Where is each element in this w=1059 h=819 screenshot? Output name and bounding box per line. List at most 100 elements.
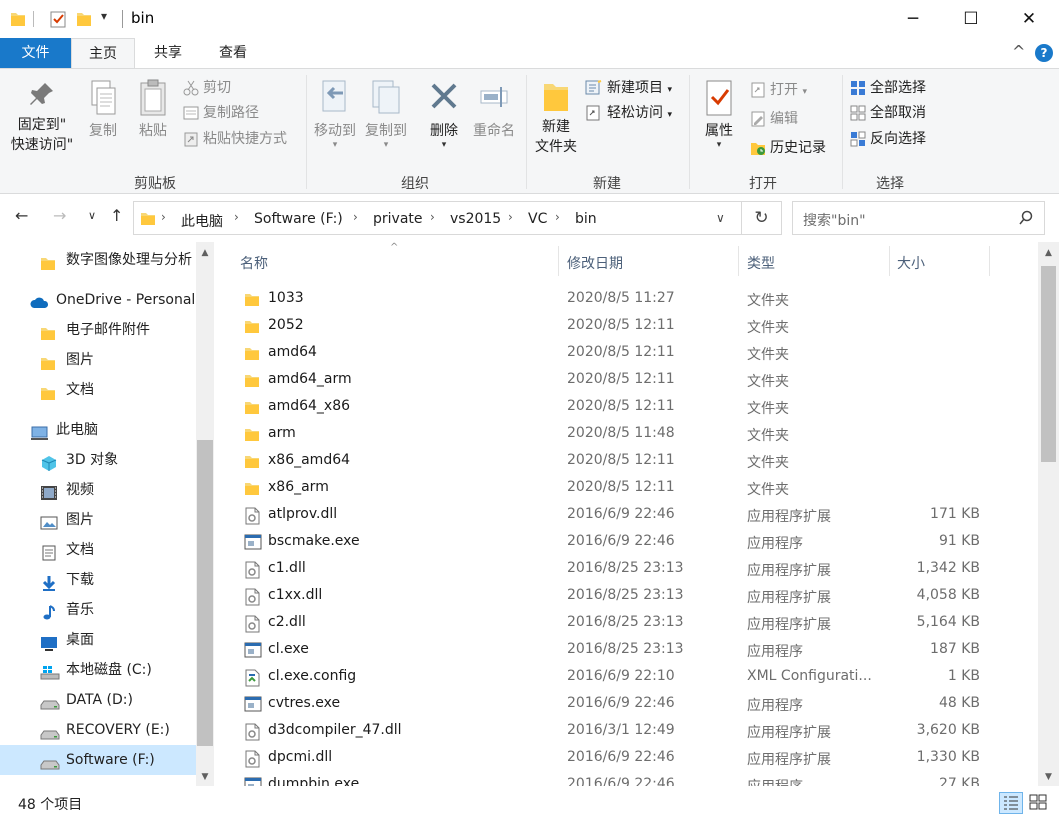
nav-item[interactable]: 此电脑 — [0, 415, 196, 445]
file-row[interactable]: amd64 2020/8/5 12:11 文件夹 — [234, 340, 1039, 367]
breadcrumb-software-drive[interactable]: Software (F:) — [254, 211, 343, 227]
file-row[interactable]: cvtres.exe 2016/6/9 22:46 应用程序 48 KB — [234, 691, 1039, 718]
file-row[interactable]: c2.dll 2016/8/25 23:13 应用程序扩展 5,164 KB — [234, 610, 1039, 637]
properties-button[interactable]: 属性 ▾ — [697, 79, 741, 150]
search-input[interactable]: 搜索"bin" — [803, 210, 866, 230]
file-row[interactable]: arm 2020/8/5 11:48 文件夹 — [234, 421, 1039, 448]
details-view-button[interactable] — [999, 792, 1023, 814]
column-divider[interactable] — [738, 246, 739, 276]
file-row[interactable]: c1xx.dll 2016/8/25 23:13 应用程序扩展 4,058 KB — [234, 583, 1039, 610]
column-divider[interactable] — [558, 246, 559, 276]
file-row[interactable]: bscmake.exe 2016/6/9 22:46 应用程序 91 KB — [234, 529, 1039, 556]
recent-locations-chevron-icon[interactable]: ∨ — [88, 209, 96, 222]
tab-view[interactable]: 查看 — [201, 38, 265, 68]
nav-item[interactable]: 下载 — [0, 565, 196, 595]
close-button[interactable]: ✕ — [1000, 0, 1058, 38]
breadcrumb-this-pc[interactable]: 此电脑 — [181, 211, 223, 231]
breadcrumb-private[interactable]: private — [373, 211, 423, 227]
delete-button[interactable]: 删除 ▾ — [424, 79, 464, 150]
breadcrumb-vc[interactable]: VC — [528, 211, 547, 227]
scroll-down-icon[interactable]: ▼ — [1038, 772, 1059, 782]
file-row[interactable]: amd64_x86 2020/8/5 12:11 文件夹 — [234, 394, 1039, 421]
column-header-date[interactable]: 修改日期 — [567, 253, 623, 273]
tab-file[interactable]: 文件 — [0, 38, 71, 68]
properties-check-icon[interactable] — [49, 10, 67, 28]
new-folder-button[interactable]: 新建 文件夹 — [532, 79, 580, 157]
select-all-button[interactable]: 全部选择 — [850, 77, 926, 99]
file-row[interactable]: 1033 2020/8/5 11:27 文件夹 — [234, 286, 1039, 313]
breadcrumb-separator-icon[interactable]: › — [555, 210, 560, 224]
file-row[interactable]: d3dcompiler_47.dll 2016/3/1 12:49 应用程序扩展 3,… — [234, 718, 1039, 745]
help-icon[interactable]: ? — [1035, 44, 1053, 62]
scroll-up-icon[interactable]: ▲ — [196, 248, 214, 258]
file-row[interactable]: x86_arm 2020/8/5 12:11 文件夹 — [234, 475, 1039, 502]
ribbon-collapse-icon[interactable]: ^ — [1012, 42, 1025, 61]
nav-item[interactable]: 文档 — [0, 375, 196, 405]
nav-item[interactable]: 3D 对象 — [0, 445, 196, 475]
new-folder-icon[interactable] — [76, 10, 92, 28]
maximize-button[interactable]: ☐ — [942, 0, 1000, 38]
nav-item[interactable]: OneDrive - Personal — [0, 285, 196, 315]
file-row[interactable]: cl.exe 2016/8/25 23:13 应用程序 187 KB — [234, 637, 1039, 664]
nav-pane-scrollbar[interactable]: ▲ ▼ — [196, 242, 214, 786]
file-list-scroll-thumb[interactable] — [1041, 266, 1056, 462]
paste-button[interactable]: 粘贴 — [134, 79, 172, 141]
file-row[interactable]: x86_amd64 2020/8/5 12:11 文件夹 — [234, 448, 1039, 475]
file-row[interactable]: dumpbin.exe 2016/6/9 22:46 应用程序 27 KB — [234, 772, 1039, 786]
copy-button[interactable]: 复制 — [84, 79, 122, 141]
file-row[interactable]: 2052 2020/8/5 12:11 文件夹 — [234, 313, 1039, 340]
nav-item[interactable]: 图片 — [0, 345, 196, 375]
nav-item[interactable]: 音乐 — [0, 595, 196, 625]
breadcrumb-vs2015[interactable]: vs2015 — [450, 211, 501, 227]
new-item-button[interactable]: 新建项目 ▾ — [585, 77, 672, 99]
history-button[interactable]: 历史记录 — [750, 137, 826, 159]
forward-arrow-icon[interactable]: → — [53, 206, 66, 225]
column-header-type[interactable]: 类型 — [747, 253, 775, 273]
open-button[interactable]: 打开 ▾ — [750, 79, 807, 101]
file-row[interactable]: cl.exe.config 2016/6/9 22:10 XML Configura… — [234, 664, 1039, 691]
nav-item[interactable]: 桌面 — [0, 625, 196, 655]
minimize-button[interactable]: ─ — [884, 0, 942, 38]
file-row[interactable]: atlprov.dll 2016/6/9 22:46 应用程序扩展 171 KB — [234, 502, 1039, 529]
easy-access-button[interactable]: 轻松访问 ▾ — [585, 102, 672, 124]
column-header-name[interactable]: 名称 — [240, 253, 268, 273]
tab-home[interactable]: 主页 — [71, 38, 135, 69]
breadcrumb-separator-icon[interactable]: › — [161, 210, 166, 224]
column-divider[interactable] — [989, 246, 990, 276]
move-to-button[interactable]: 移动到 ▾ — [312, 79, 358, 150]
qa-dropdown-icon[interactable]: ▾ — [101, 9, 107, 27]
search-icon[interactable] — [1018, 210, 1034, 226]
select-none-button[interactable]: 全部取消 — [850, 102, 926, 124]
nav-item[interactable]: 本地磁盘 (C:) — [0, 655, 196, 685]
breadcrumb-bin[interactable]: bin — [575, 211, 597, 227]
file-row[interactable]: amd64_arm 2020/8/5 12:11 文件夹 — [234, 367, 1039, 394]
tab-share[interactable]: 共享 — [137, 38, 199, 68]
copy-path-button[interactable]: 复制路径 — [183, 102, 259, 124]
paste-shortcut-button[interactable]: 粘贴快捷方式 — [183, 128, 287, 150]
file-row[interactable]: c1.dll 2016/8/25 23:13 应用程序扩展 1,342 KB — [234, 556, 1039, 583]
large-icons-view-button[interactable] — [1027, 792, 1051, 814]
file-list-scrollbar[interactable]: ▲ ▼ — [1038, 242, 1059, 786]
back-arrow-icon[interactable]: ← — [15, 206, 28, 225]
invert-selection-button[interactable]: 反向选择 — [850, 128, 926, 150]
nav-item[interactable]: 电子邮件附件 — [0, 315, 196, 345]
copy-to-button[interactable]: 复制到 ▾ — [362, 79, 410, 150]
folder-icon[interactable] — [10, 10, 26, 28]
column-header-size[interactable]: 大小 — [897, 253, 925, 273]
pin-quick-access-button[interactable]: 固定到" 快速访问" — [8, 79, 76, 155]
nav-item[interactable]: 文档 — [0, 535, 196, 565]
refresh-button[interactable]: ↻ — [742, 201, 782, 235]
nav-item[interactable]: DATA (D:) — [0, 685, 196, 715]
column-divider[interactable] — [889, 246, 890, 276]
scroll-down-icon[interactable]: ▼ — [196, 772, 214, 782]
nav-item[interactable]: 数字图像处理与分析 — [0, 245, 196, 275]
up-arrow-icon[interactable]: ↑ — [110, 206, 123, 225]
edit-button[interactable]: 编辑 — [750, 108, 798, 130]
nav-item[interactable]: Software (F:) — [0, 745, 196, 775]
breadcrumb-separator-icon[interactable]: › — [508, 210, 513, 224]
rename-button[interactable]: 重命名 — [470, 79, 518, 141]
breadcrumb-separator-icon[interactable]: › — [234, 210, 239, 224]
nav-item[interactable]: 图片 — [0, 505, 196, 535]
breadcrumb-separator-icon[interactable]: › — [353, 210, 358, 224]
address-bar[interactable]: › 此电脑 › Software (F:) › private › vs2015… — [133, 201, 742, 235]
